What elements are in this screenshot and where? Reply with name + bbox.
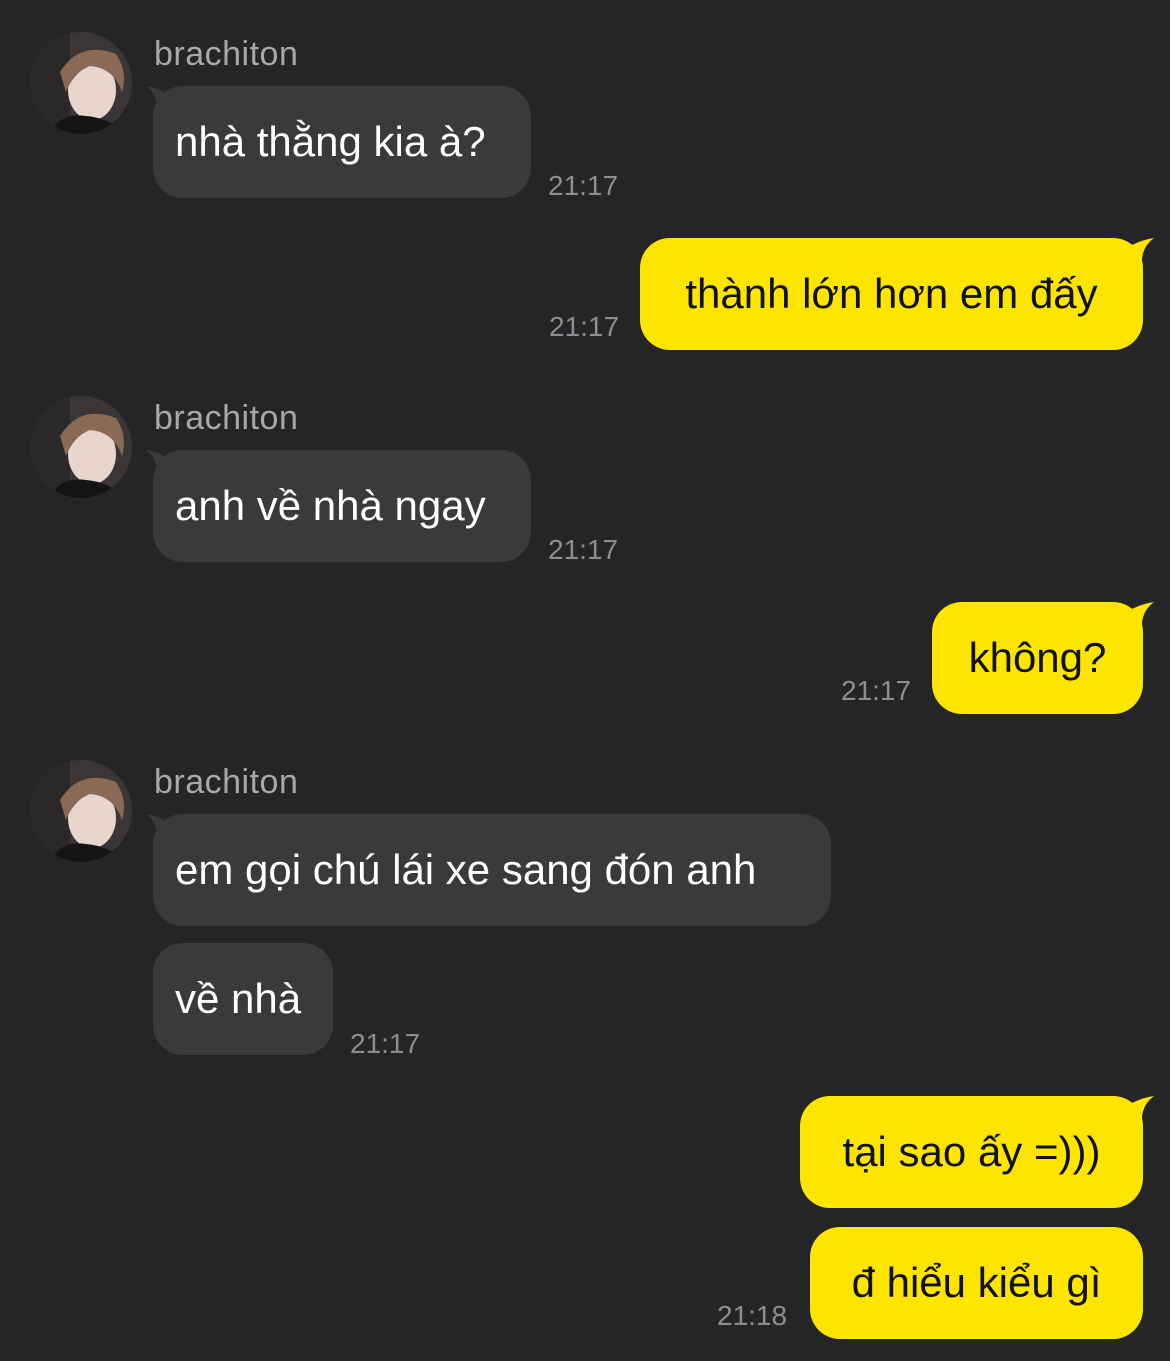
- message-timestamp: 21:17: [548, 170, 619, 201]
- avatar-photo-icon: [30, 32, 132, 134]
- message-bubble-outgoing[interactable]: đ hiểu kiểu gì: [810, 1227, 1143, 1339]
- sender-name: brachiton: [154, 35, 299, 73]
- sender-name: brachiton: [154, 763, 299, 801]
- message-bubble-outgoing[interactable]: không?: [932, 602, 1143, 714]
- bubble-tail-outgoing: [1120, 238, 1154, 268]
- message-timestamp: 21:18: [717, 1300, 788, 1331]
- message-bubble-outgoing[interactable]: tại sao ấy =))): [800, 1096, 1143, 1208]
- message-bubble-incoming[interactable]: về nhà: [153, 943, 333, 1055]
- sender-avatar[interactable]: [30, 396, 132, 498]
- bubble-tail-outgoing: [1120, 1096, 1154, 1126]
- message-timestamp: 21:17: [350, 1028, 421, 1059]
- avatar-photo-icon: [30, 396, 132, 498]
- sender-name: brachiton: [154, 399, 299, 437]
- message-bubble-outgoing[interactable]: thành lớn hơn em đấy: [640, 238, 1143, 350]
- message-bubble-incoming[interactable]: em gọi chú lái xe sang đón anh: [153, 814, 831, 926]
- avatar-photo-icon: [30, 760, 132, 862]
- message-bubble-incoming[interactable]: anh về nhà ngay: [153, 450, 531, 562]
- message-timestamp: 21:17: [841, 675, 912, 706]
- sender-avatar[interactable]: [30, 32, 132, 134]
- sender-avatar[interactable]: [30, 760, 132, 862]
- bubble-tail-outgoing: [1120, 602, 1154, 632]
- message-timestamp: 21:17: [548, 534, 619, 565]
- message-bubble-incoming[interactable]: nhà thằng kia à?: [153, 86, 531, 198]
- message-timestamp: 21:17: [549, 311, 620, 342]
